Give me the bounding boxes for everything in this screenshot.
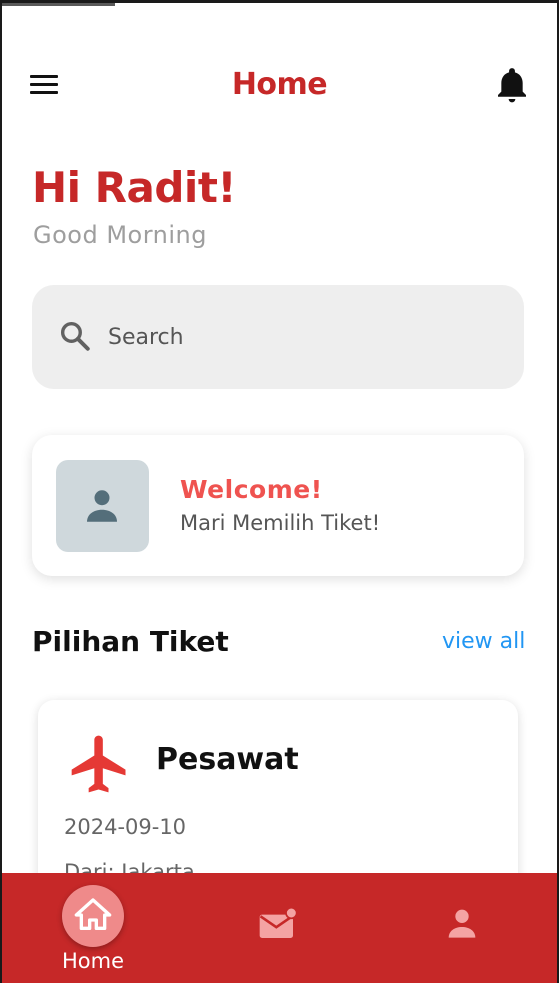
status-bar-indicator <box>2 3 115 6</box>
greeting-subtitle: Good Morning <box>33 221 207 249</box>
page-title: Home <box>231 67 328 102</box>
app-screen: Home Hi Radit! Good Morning Welcome! Mar… <box>2 3 557 983</box>
home-icon <box>74 898 112 930</box>
person-icon <box>448 909 476 938</box>
view-all-link[interactable]: view all <box>442 629 525 654</box>
search-icon <box>60 321 90 351</box>
app-bar: Home <box>2 59 557 111</box>
nav-home[interactable]: Home <box>38 873 148 983</box>
greeting-title: Hi Radit! <box>32 163 237 212</box>
section-title: Pilihan Tiket <box>32 625 229 658</box>
search-bar[interactable] <box>32 285 524 389</box>
welcome-card: Welcome! Mari Memilih Tiket! <box>32 435 524 576</box>
search-input[interactable] <box>108 313 488 361</box>
active-nav-indicator <box>62 885 124 947</box>
nav-profile[interactable] <box>426 873 498 983</box>
bottom-navigation: Home <box>2 873 557 983</box>
mail-icon <box>259 906 298 938</box>
ticket-date: 2024-09-10 <box>64 815 187 839</box>
avatar <box>56 460 149 552</box>
airplane-icon <box>71 735 126 793</box>
nav-messages[interactable] <box>242 873 314 983</box>
nav-home-label: Home <box>61 949 124 973</box>
welcome-title: Welcome! <box>180 475 323 504</box>
bell-icon[interactable] <box>496 67 528 103</box>
welcome-text: Mari Memilih Tiket! <box>180 511 381 535</box>
ticket-name: Pesawat <box>156 742 299 777</box>
person-icon <box>87 490 117 522</box>
